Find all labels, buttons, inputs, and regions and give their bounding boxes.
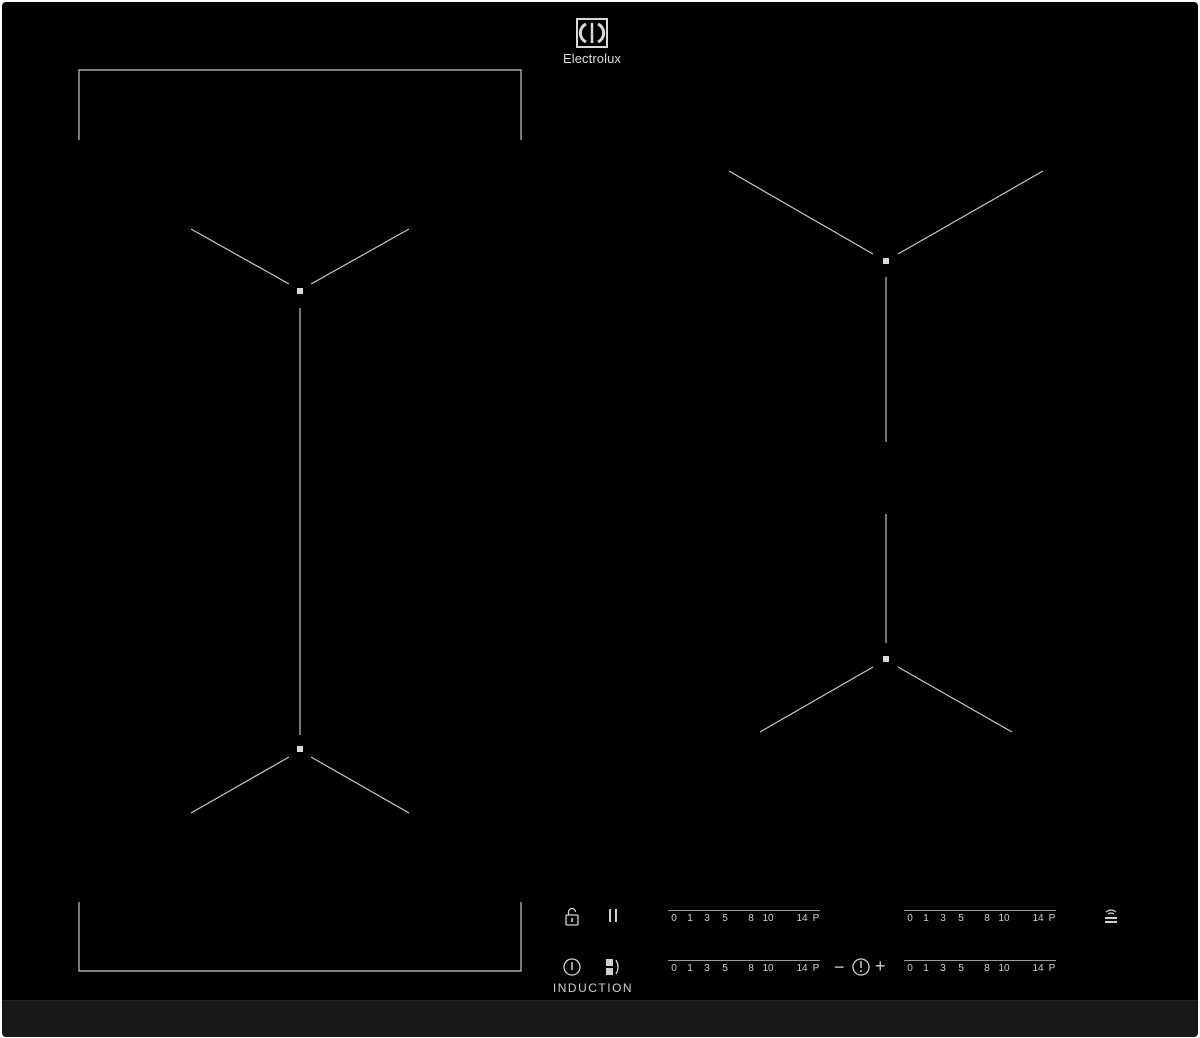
induction-label: INDUCTION bbox=[552, 981, 634, 995]
power-level-tick: P bbox=[1048, 913, 1056, 924]
left-zone-top-dot bbox=[297, 288, 303, 294]
left-zone-bottom-chevron-left bbox=[190, 756, 290, 814]
power-level-tick: 14 bbox=[796, 913, 808, 924]
left-zone-frame-top bbox=[78, 69, 522, 140]
power-level-tick: 14 bbox=[1032, 963, 1044, 974]
power-level-tick: 1 bbox=[923, 963, 929, 974]
timer-icon[interactable] bbox=[849, 955, 873, 979]
power-level-tick: 0 bbox=[907, 963, 913, 974]
power-level-tick: 10 bbox=[998, 913, 1010, 924]
cooking-zone-markings bbox=[78, 69, 1044, 972]
power-level-tick: 10 bbox=[762, 913, 774, 924]
left-zone-top-chevron-left bbox=[190, 228, 290, 285]
lock-icon[interactable] bbox=[560, 905, 584, 929]
power-level-tick: P bbox=[1048, 963, 1056, 974]
right-rear-chevron-left bbox=[728, 170, 874, 255]
hob2hood-icon[interactable] bbox=[1099, 904, 1123, 928]
power-level-tick: 8 bbox=[984, 913, 990, 924]
power-level-tick: 5 bbox=[722, 913, 728, 924]
power-slider-left-front[interactable]: 0 1 3 5 8 10 14 P bbox=[668, 960, 820, 986]
left-zone-bottom-dot bbox=[297, 746, 303, 752]
right-front-zone-dot bbox=[883, 656, 889, 662]
power-level-tick: 3 bbox=[704, 913, 710, 924]
power-level-tick: 10 bbox=[998, 963, 1010, 974]
power-level-tick: 5 bbox=[722, 963, 728, 974]
timer-plus-button[interactable]: + bbox=[875, 955, 886, 977]
power-level-tick: 3 bbox=[940, 963, 946, 974]
power-level-tick: 3 bbox=[940, 913, 946, 924]
pause-icon[interactable] bbox=[601, 904, 625, 928]
power-level-tick: 0 bbox=[671, 963, 677, 974]
power-level-tick: 8 bbox=[748, 963, 754, 974]
power-level-tick: 1 bbox=[687, 913, 693, 924]
power-level-tick: 14 bbox=[1032, 913, 1044, 924]
power-level-tick: 1 bbox=[687, 963, 693, 974]
power-level-tick: 0 bbox=[907, 913, 913, 924]
power-level-tick: 8 bbox=[984, 963, 990, 974]
right-rear-zone-dot bbox=[883, 258, 889, 264]
power-level-tick: P bbox=[812, 963, 820, 974]
power-level-tick: 3 bbox=[704, 963, 710, 974]
power-slider-right-rear[interactable]: 0 1 3 5 8 10 14 P bbox=[904, 910, 1056, 936]
left-zone-frame-bottom bbox=[78, 902, 522, 972]
bridge-icon[interactable] bbox=[601, 955, 625, 979]
power-level-tick: 5 bbox=[958, 963, 964, 974]
power-level-tick: 8 bbox=[748, 913, 754, 924]
power-slider-right-front[interactable]: 0 1 3 5 8 10 14 P bbox=[904, 960, 1056, 986]
left-zone-top-chevron-right bbox=[310, 228, 410, 285]
power-icon[interactable] bbox=[560, 955, 584, 979]
power-level-tick: 1 bbox=[923, 913, 929, 924]
power-slider-left-rear[interactable]: 0 1 3 5 8 10 14 P bbox=[668, 910, 820, 936]
right-rear-chevron-right bbox=[897, 170, 1044, 255]
timer-minus-button[interactable]: − bbox=[834, 956, 845, 978]
power-level-tick: 10 bbox=[762, 963, 774, 974]
right-front-chevron-right bbox=[897, 666, 1013, 733]
power-level-tick: P bbox=[812, 913, 820, 924]
power-level-tick: 0 bbox=[671, 913, 677, 924]
power-level-tick: 5 bbox=[958, 913, 964, 924]
left-zone-bottom-chevron-right bbox=[310, 756, 410, 814]
power-level-tick: 14 bbox=[796, 963, 808, 974]
right-front-chevron-left bbox=[759, 666, 874, 733]
